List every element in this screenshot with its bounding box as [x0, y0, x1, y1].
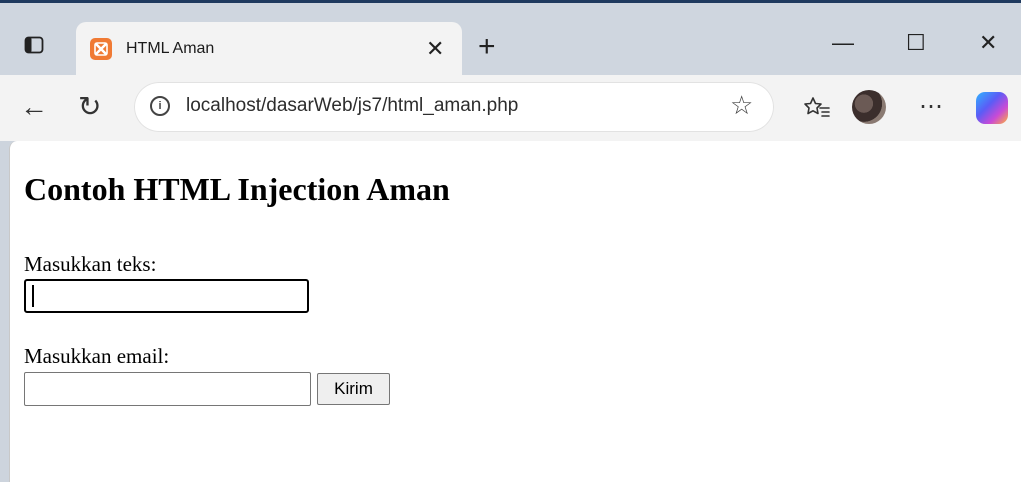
favorites-icon[interactable] [803, 94, 831, 122]
xampp-favicon [90, 38, 112, 60]
text-input[interactable] [24, 279, 309, 313]
submit-button[interactable]: Kirim [317, 373, 390, 405]
reload-icon[interactable]: ↻ [78, 93, 101, 121]
sidebar-toggle-button[interactable] [23, 34, 45, 56]
minimize-button[interactable]: — [832, 28, 854, 58]
info-icon[interactable]: i [150, 96, 170, 116]
more-icon[interactable]: ⋯ [919, 93, 943, 121]
copilot-icon[interactable] [976, 92, 1008, 124]
tab-bar: HTML Aman ✕ + — ☐ ✕ [0, 3, 1021, 78]
profile-avatar[interactable] [852, 90, 886, 124]
sidebar-icon [24, 36, 44, 54]
star-icon[interactable]: ☆ [730, 91, 753, 119]
text-cursor [32, 285, 34, 307]
email-input[interactable] [24, 372, 311, 406]
tab-title: HTML Aman [126, 40, 215, 57]
page-title: Contoh HTML Injection Aman [24, 171, 450, 207]
tab-html-aman[interactable]: HTML Aman ✕ [76, 22, 462, 78]
back-arrow-icon[interactable]: ← [20, 93, 48, 121]
page-content: Contoh HTML Injection Aman Masukkan teks… [9, 141, 1021, 482]
close-window-button[interactable]: ✕ [979, 28, 997, 58]
email-label: Masukkan email: [24, 344, 170, 368]
address-url[interactable]: localhost/dasarWeb/js7/html_aman.php [186, 95, 518, 117]
address-bar[interactable]: i localhost/dasarWeb/js7/html_aman.php ☆ [134, 82, 774, 132]
plus-icon[interactable]: + [478, 32, 496, 62]
close-icon[interactable]: ✕ [426, 37, 444, 61]
text-label: Masukkan teks: [24, 252, 157, 276]
maximize-button[interactable]: ☐ [906, 28, 926, 58]
browser-toolbar: ← ↻ i localhost/dasarWeb/js7/html_aman.p… [0, 75, 1021, 141]
